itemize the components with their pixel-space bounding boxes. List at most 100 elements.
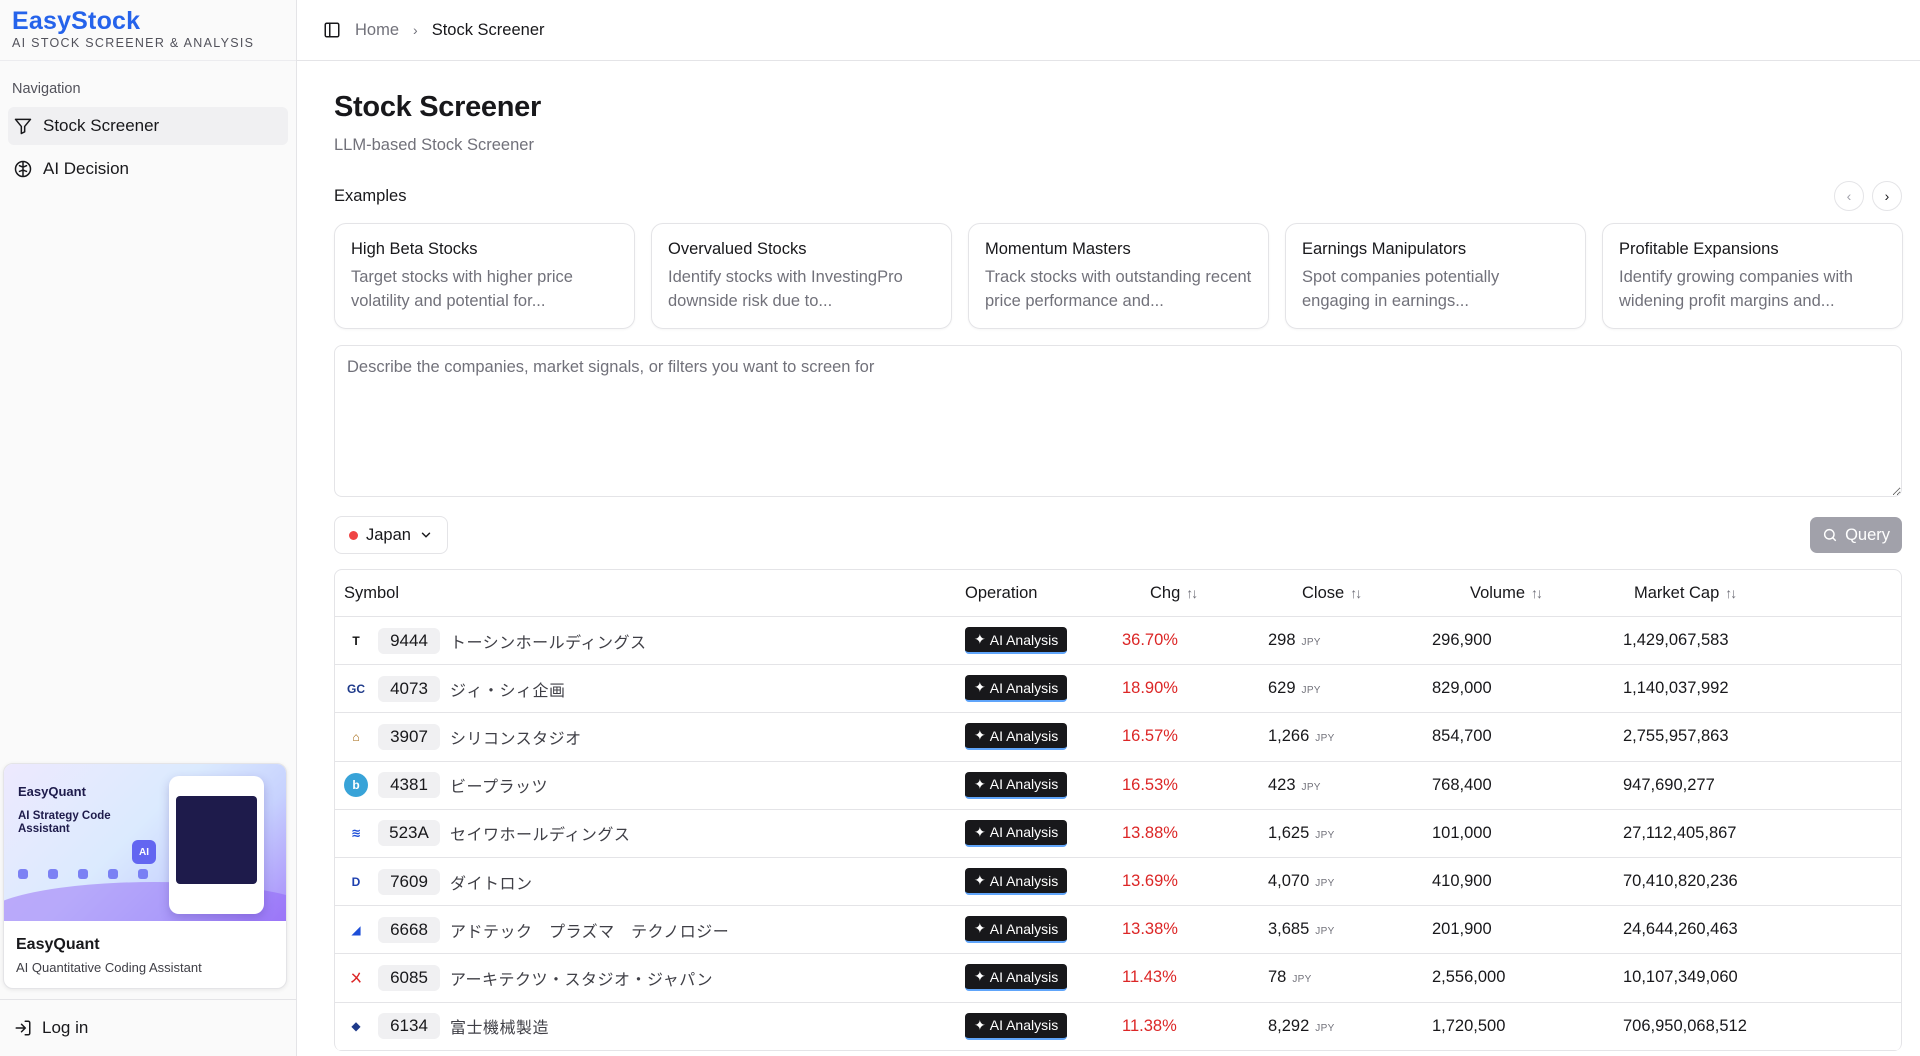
results-table: Symbol Operation Chg ↑↓ Close ↑↓ Volume ↑↓ …	[334, 569, 1902, 1051]
cell-close: 1,625 JPY	[1268, 823, 1335, 842]
promo-code-screen	[176, 796, 257, 884]
country-select[interactable]: Japan	[334, 516, 448, 554]
table-row[interactable]: ⌂ 3907 シリコンスタジオ ✦ AI Analysis 16.57% 1,2…	[335, 713, 1901, 762]
table-row[interactable]: b 4381 ビープラッツ ✦ AI Analysis 16.53% 423 JP…	[335, 762, 1901, 810]
ai-analysis-button[interactable]: ✦ AI Analysis	[965, 964, 1068, 992]
example-card-title: Earnings Manipulators	[1302, 240, 1467, 258]
currency-unit: JPY	[1315, 1022, 1335, 1034]
example-card-desc: Spot companies potentially engaging in e…	[1302, 268, 1500, 310]
example-card-high-beta[interactable]: High Beta Stocks Target stocks with high…	[334, 223, 635, 329]
ai-analysis-button[interactable]: ✦ AI Analysis	[965, 819, 1068, 847]
company-name: ジィ・シィ企画	[450, 682, 566, 700]
table-row[interactable]: ◢ 6668 アドテック プラズマ テクノロジー ✦ AI Analysis 1…	[335, 906, 1901, 955]
ticker-code[interactable]: 4381	[378, 772, 440, 799]
promo-subtitle: AI Quantitative Coding Assistant	[16, 960, 202, 975]
screen-prompt-input[interactable]	[334, 345, 1902, 497]
company-logo-icon: b	[344, 773, 368, 798]
examples-header: Examples ‹ ›	[334, 181, 1902, 211]
ticker-code[interactable]: 6134	[378, 1013, 440, 1040]
example-card-profitable[interactable]: Profitable Expansions Identify growing c…	[1602, 223, 1903, 329]
query-controls: Japan Query	[334, 516, 1902, 554]
company-name: セイワホールディングス	[450, 827, 631, 845]
ai-analysis-label: AI Analysis	[989, 872, 1059, 889]
table-row[interactable]: D 7609 ダイトロン ✦ AI Analysis 13.69% 4,070 J…	[335, 858, 1901, 907]
sort-icon: ↑↓	[1531, 584, 1543, 601]
ai-analysis-button[interactable]: ✦ AI Analysis	[965, 868, 1068, 896]
ai-analysis-button[interactable]: ✦ AI Analysis	[965, 723, 1068, 751]
promo-card[interactable]: EasyQuant AI Strategy Code Assistant AI …	[3, 763, 287, 989]
sidebar-item-ai-decision[interactable]: AI Decision	[8, 150, 288, 188]
company-logo-icon: ◆	[344, 1014, 368, 1039]
example-card-overvalued[interactable]: Overvalued Stocks Identify stocks with I…	[651, 223, 952, 329]
cell-close: 8,292 JPY	[1268, 1016, 1335, 1035]
cell-chg: 11.43%	[1122, 968, 1177, 987]
carousel-prev-button[interactable]: ‹	[1834, 181, 1864, 211]
sidebar-toggle-icon[interactable]	[323, 21, 341, 39]
table-row[interactable]: T 9444 トーシンホールディングス ✦ AI Analysis 36.70%…	[335, 617, 1901, 666]
example-card-earnings[interactable]: Earnings Manipulators Spot companies pot…	[1285, 223, 1586, 329]
ticker-code[interactable]: 523A	[378, 820, 440, 847]
cell-chg: 13.38%	[1122, 920, 1178, 939]
example-card-desc: Track stocks with outstanding recent pri…	[985, 268, 1252, 310]
cell-market-cap: 706,950,068,512	[1623, 1016, 1747, 1035]
ticker-code[interactable]: 6085	[378, 964, 440, 991]
promo-device-mockup	[169, 776, 264, 914]
column-header-operation: Operation	[965, 583, 1038, 602]
cell-operation: ✦ AI Analysis	[965, 771, 1120, 799]
cell-close: 423 JPY	[1268, 775, 1321, 794]
ai-analysis-button[interactable]: ✦ AI Analysis	[965, 916, 1068, 944]
cell-market-cap: 27,112,405,867	[1623, 823, 1737, 842]
ai-analysis-button[interactable]: ✦ AI Analysis	[965, 675, 1068, 703]
main-content: Home › Stock Screener Stock Screener LLM…	[297, 0, 1920, 1056]
cell-chg: 16.57%	[1122, 727, 1178, 746]
sparkle-icon: ✦	[974, 823, 986, 840]
company-name: 富士機械製造	[450, 1020, 550, 1038]
carousel-next-button[interactable]: ›	[1872, 181, 1902, 211]
ai-analysis-button[interactable]: ✦ AI Analysis	[965, 627, 1068, 655]
cell-chg: 11.38%	[1122, 1016, 1177, 1035]
brand-header: EasyStock AI STOCK SCREENER & ANALYSIS	[0, 0, 296, 61]
cell-market-cap: 10,107,349,060	[1623, 968, 1738, 987]
table-row[interactable]: ≋ 523A セイワホールディングス ✦ AI Analysis 13.88% …	[335, 810, 1901, 858]
cell-chg: 13.88%	[1122, 823, 1178, 842]
ticker-code[interactable]: 7609	[378, 868, 440, 895]
ticker-code[interactable]: 4073	[378, 675, 440, 702]
table-row[interactable]: GC 4073 ジィ・シィ企画 ✦ AI Analysis 18.90% 629…	[335, 665, 1901, 714]
example-card-momentum[interactable]: Momentum Masters Track stocks with outst…	[968, 223, 1269, 329]
column-header-volume[interactable]: Volume ↑↓	[1430, 584, 1620, 603]
cell-chg: 13.69%	[1122, 872, 1178, 891]
cell-volume: 296,900	[1432, 631, 1492, 650]
cell-market-cap: 947,690,277	[1623, 775, 1715, 794]
promo-feature-icons	[18, 869, 148, 879]
ai-analysis-button[interactable]: ✦ AI Analysis	[965, 771, 1068, 799]
brand-logo[interactable]: EasyStock	[12, 8, 284, 34]
cell-chg: 36.70%	[1122, 631, 1178, 650]
column-header-market-cap[interactable]: Market Cap ↑↓	[1620, 584, 1901, 603]
ai-analysis-label: AI Analysis	[989, 824, 1059, 841]
ticker-code[interactable]: 3907	[378, 723, 440, 750]
ai-analysis-label: AI Analysis	[989, 1017, 1059, 1034]
cell-operation: ✦ AI Analysis	[965, 964, 1120, 992]
cell-market-cap: 1,140,037,992	[1623, 679, 1729, 698]
currency-unit: JPY	[1315, 829, 1335, 841]
column-header-chg[interactable]: Chg ↑↓	[1120, 584, 1262, 603]
sidebar-item-stock-screener[interactable]: Stock Screener	[8, 107, 288, 145]
cell-operation: ✦ AI Analysis	[965, 819, 1120, 847]
ai-analysis-button[interactable]: ✦ AI Analysis	[965, 1012, 1068, 1040]
ticker-code[interactable]: 6668	[378, 916, 440, 943]
company-name: アーキテクツ・スタジオ・ジャパン	[450, 971, 714, 989]
promo-ai-badge: AI	[132, 840, 156, 864]
breadcrumb-home[interactable]: Home	[355, 21, 399, 40]
ticker-code[interactable]: 9444	[378, 627, 440, 654]
query-button[interactable]: Query	[1810, 517, 1902, 553]
query-button-label: Query	[1845, 525, 1890, 544]
cell-symbol: ≋ 523A セイワホールディングス	[335, 820, 965, 847]
cell-market-cap: 70,410,820,236	[1623, 872, 1738, 891]
cell-market-cap: 1,429,067,583	[1623, 631, 1729, 650]
column-header-close[interactable]: Close ↑↓	[1262, 584, 1430, 603]
login-button[interactable]: Log in	[0, 999, 296, 1056]
filter-icon	[14, 118, 32, 135]
table-row[interactable]: ㄨ 6085 アーキテクツ・スタジオ・ジャパン ✦ AI Analysis 11…	[335, 954, 1901, 1003]
table-row[interactable]: ◆ 6134 富士機械製造 ✦ AI Analysis 11.38% 8,292…	[335, 1003, 1901, 1051]
sort-icon: ↑↓	[1186, 584, 1198, 601]
